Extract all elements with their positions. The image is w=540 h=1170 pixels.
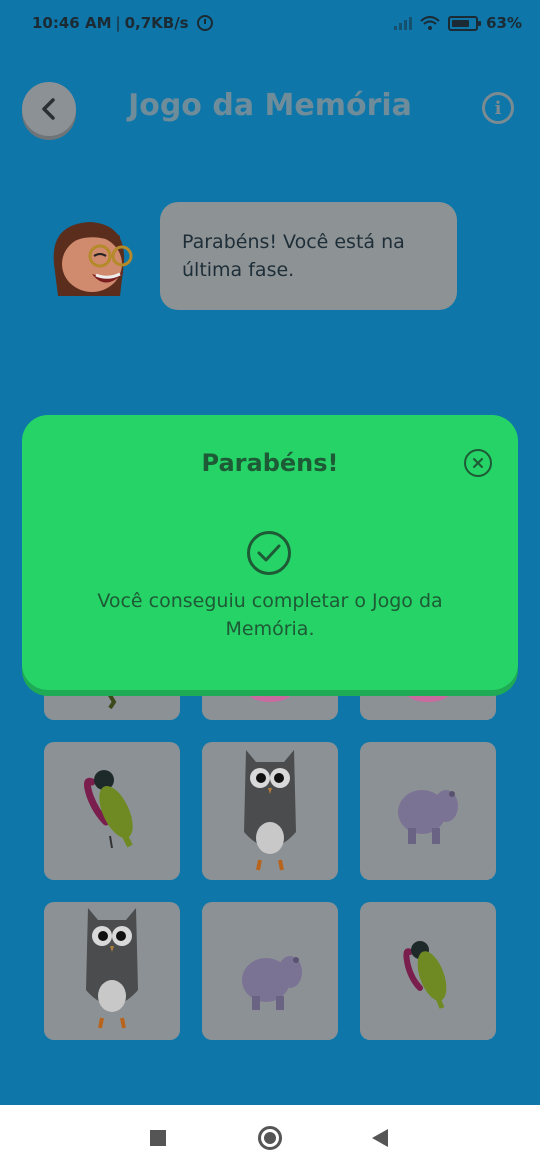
memory-card[interactable] bbox=[202, 742, 338, 880]
status-left: 10:46 AM | 0,7KB/s bbox=[32, 14, 213, 32]
success-modal: Parabéns! Você conseguiu completar o Jog… bbox=[22, 415, 518, 690]
hippo-image bbox=[398, 790, 458, 844]
home-button[interactable] bbox=[258, 1126, 282, 1150]
toucan-image bbox=[83, 770, 133, 849]
modal-message: Você conseguiu completar o Jogo da Memór… bbox=[97, 590, 443, 640]
modal-title: Parabéns! bbox=[201, 449, 339, 477]
status-bar: 10:46 AM | 0,7KB/s 63% bbox=[0, 0, 540, 48]
info-button[interactable]: i bbox=[482, 92, 514, 124]
signal-icon bbox=[394, 16, 413, 30]
memory-card[interactable] bbox=[360, 902, 496, 1040]
status-time: 10:46 AM bbox=[32, 14, 112, 32]
toucan-image bbox=[403, 941, 447, 1009]
battery-icon bbox=[448, 15, 482, 31]
app-screen: 10:46 AM | 0,7KB/s 63% Jogo da Memória i… bbox=[0, 0, 540, 1105]
navigation-bar bbox=[0, 1105, 540, 1170]
close-icon bbox=[473, 458, 483, 468]
network-speed: 0,7KB/s bbox=[124, 14, 189, 32]
check-circle-icon bbox=[247, 531, 291, 575]
owl-image bbox=[86, 908, 138, 1029]
owl-image bbox=[244, 750, 296, 871]
girl-avatar bbox=[53, 222, 133, 296]
wifi-icon bbox=[420, 16, 440, 30]
battery-percent: 63% bbox=[486, 14, 522, 32]
alarm-icon bbox=[196, 15, 213, 31]
close-button[interactable] bbox=[464, 449, 492, 477]
memory-card[interactable] bbox=[360, 742, 496, 880]
battery-fill bbox=[452, 19, 470, 27]
system-back-button[interactable] bbox=[372, 1129, 388, 1147]
memory-card[interactable] bbox=[44, 742, 180, 880]
page-title: Jogo da Memória bbox=[128, 88, 412, 123]
status-right: 63% bbox=[394, 14, 522, 32]
memory-card[interactable] bbox=[202, 902, 338, 1040]
recent-apps-button[interactable] bbox=[150, 1130, 166, 1146]
status-separator: | bbox=[115, 14, 121, 32]
hippo-image bbox=[242, 956, 302, 1010]
info-icon: i bbox=[494, 97, 502, 119]
speech-bubble: Parabéns! Você está na última fase. bbox=[160, 202, 457, 310]
memory-card[interactable] bbox=[44, 902, 180, 1040]
